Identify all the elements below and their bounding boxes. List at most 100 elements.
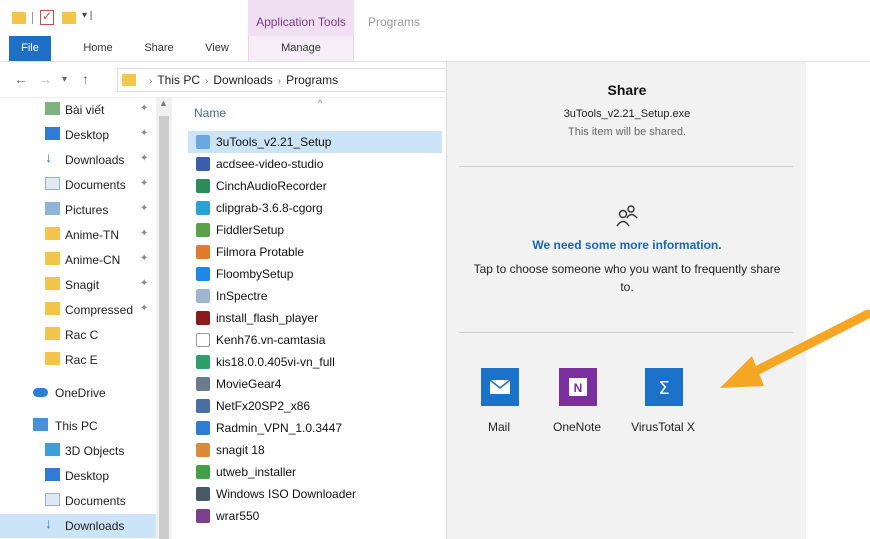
nav-item-documents-pc[interactable]: Documents	[0, 489, 156, 513]
file-row[interactable]: NetFx20SP2_x86	[188, 395, 442, 417]
column-header-name[interactable]: Name	[194, 106, 226, 120]
nav-item-pictures[interactable]: Pictures ✦	[0, 198, 156, 222]
folder-icon	[45, 302, 60, 315]
nav-item-desktop-pc[interactable]: Desktop	[0, 464, 156, 488]
file-row[interactable]: acdsee-video-studio	[188, 153, 442, 175]
file-name: clipgrab-3.6.8-cgorg	[216, 201, 323, 215]
file-name: acdsee-video-studio	[216, 157, 324, 171]
nav-item-label: Downloads	[65, 519, 125, 533]
file-icon	[196, 223, 210, 237]
file-name: Kenh76.vn-camtasia	[216, 333, 326, 347]
nav-item-snagit[interactable]: Snagit ✦	[0, 273, 156, 297]
nav-item-3d-objects[interactable]: 3D Objects	[0, 439, 156, 463]
mail-icon	[481, 368, 519, 406]
nav-item-label: Pictures	[65, 203, 109, 217]
file-name: InSpectre	[216, 289, 268, 303]
nav-scrollbar[interactable]: ▲	[156, 98, 172, 539]
share-app-mail[interactable]: Mail	[459, 368, 539, 438]
back-arrow-icon[interactable]: ←	[14, 71, 28, 87]
file-row[interactable]: 3uTools_v2.21_Setup	[188, 131, 442, 153]
file-row[interactable]: Filmora Protable	[188, 241, 442, 263]
file-icon	[196, 421, 210, 435]
nav-item-this-pc[interactable]: This PC	[0, 414, 156, 438]
nav-item-downloads-pc[interactable]: ↓ Downloads	[0, 514, 156, 538]
need-info-link[interactable]: We need some more information.	[447, 238, 807, 252]
file-row[interactable]: Kenh76.vn-camtasia	[188, 329, 442, 351]
nav-item-bai-viet[interactable]: Bài viết ✦	[0, 98, 156, 122]
nav-item-compressed[interactable]: Compressed ✦	[0, 298, 156, 322]
nav-item-downloads[interactable]: ↓ Downloads ✦	[0, 148, 156, 172]
tab-home[interactable]: Home	[74, 36, 122, 61]
nav-item-documents[interactable]: Documents ✦	[0, 173, 156, 197]
file-row[interactable]: kis18.0.0.405vi-vn_full	[188, 351, 442, 373]
file-row[interactable]: clipgrab-3.6.8-cgorg	[188, 197, 442, 219]
file-icon	[196, 399, 210, 413]
file-row[interactable]: snagit 18	[188, 439, 442, 461]
pin-icon: ✦	[140, 253, 149, 264]
3d-objects-icon	[45, 443, 60, 456]
nav-item-desktop[interactable]: Desktop ✦	[0, 123, 156, 147]
properties-icon[interactable]	[40, 9, 54, 25]
file-row[interactable]: Radmin_VPN_1.0.3447	[188, 417, 442, 439]
new-folder-icon[interactable]	[62, 12, 76, 24]
pin-icon: ✦	[140, 153, 149, 164]
nav-item-anime-tn[interactable]: Anime-TN ✦	[0, 223, 156, 247]
crumb-this-pc[interactable]: This PC	[157, 73, 200, 87]
file-icon	[196, 157, 210, 171]
tab-manage[interactable]: Manage	[248, 36, 354, 61]
file-row[interactable]: Windows ISO Downloader	[188, 483, 442, 505]
download-arrow-icon: ↓	[45, 149, 52, 165]
file-row[interactable]: MovieGear4	[188, 373, 442, 395]
nav-item-rac-c[interactable]: Rac C	[0, 323, 156, 347]
share-app-label: Mail	[487, 420, 510, 434]
file-icon	[196, 465, 210, 479]
people-icon[interactable]	[613, 202, 641, 230]
file-icon	[196, 355, 210, 369]
nav-item-anime-cn[interactable]: Anime-CN ✦	[0, 248, 156, 272]
nav-item-label: Downloads	[65, 153, 125, 167]
file-name: MovieGear4	[216, 377, 282, 391]
nav-item-label: Documents	[65, 494, 126, 508]
file-icon	[196, 245, 210, 259]
share-app-onenote[interactable]: N OneNote	[537, 368, 617, 438]
pin-icon: ✦	[140, 278, 149, 289]
tab-view[interactable]: View	[194, 36, 240, 61]
customize-quick-access-icon[interactable]: ▾ |	[82, 10, 92, 21]
tab-file[interactable]: File	[9, 36, 51, 61]
file-row[interactable]: CinchAudioRecorder	[188, 175, 442, 197]
up-arrow-icon[interactable]: ↑	[82, 71, 89, 87]
desktop-icon	[45, 468, 60, 481]
file-icon	[196, 443, 210, 457]
nav-item-onedrive[interactable]: OneDrive	[0, 381, 156, 405]
tab-share[interactable]: Share	[134, 36, 184, 61]
nav-item-label: Desktop	[65, 128, 110, 142]
file-list: ^ Name 3uTools_v2.21_Setup acdsee-video-s…	[180, 98, 446, 539]
file-row[interactable]: FiddlerSetup	[188, 219, 442, 241]
separator	[32, 12, 33, 24]
context-tab-label: Application Tools	[256, 15, 346, 29]
file-row[interactable]: InSpectre	[188, 285, 442, 307]
address-bar[interactable]: › This PC › Downloads › Programs	[117, 68, 447, 92]
file-icon	[196, 333, 210, 347]
nav-item-rac-e[interactable]: Rac E	[0, 348, 156, 372]
file-icon	[196, 135, 210, 149]
file-row[interactable]: FloombySetup	[188, 263, 442, 285]
nav-item-label: Documents	[65, 178, 126, 192]
share-title: Share	[607, 82, 647, 98]
file-name: wrar550	[216, 509, 260, 523]
nav-item-label: OneDrive	[55, 386, 106, 400]
file-row[interactable]: install_flash_player	[188, 307, 442, 329]
folder-icon	[45, 327, 60, 340]
folder-icon	[45, 227, 60, 240]
file-row[interactable]: utweb_installer	[188, 461, 442, 483]
recent-locations-chevron-icon[interactable]: ▾	[62, 74, 67, 85]
nav-item-label: Anime-CN	[65, 253, 121, 267]
share-app-virustotal[interactable]: Σ VirusTotal X	[623, 368, 703, 438]
file-row[interactable]: wrar550	[188, 505, 442, 527]
file-icon	[196, 289, 210, 303]
crumb-downloads[interactable]: Downloads	[213, 73, 272, 87]
scrollbar-thumb[interactable]	[159, 116, 169, 539]
forward-arrow-icon[interactable]: →	[38, 71, 52, 87]
crumb-programs[interactable]: Programs	[286, 73, 338, 87]
scroll-up-arrow-icon[interactable]: ▲	[159, 98, 168, 108]
